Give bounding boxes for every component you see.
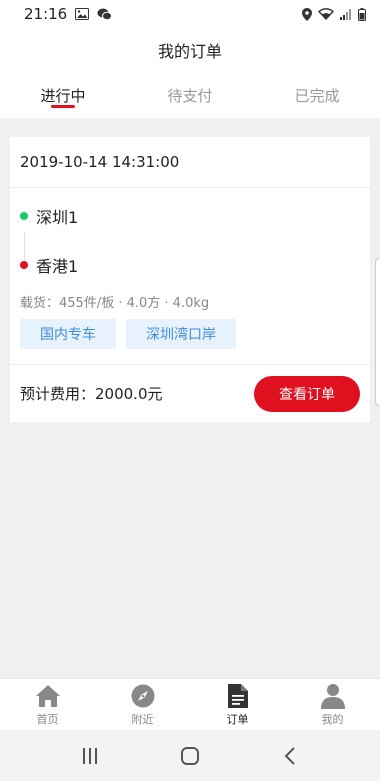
order-card-footer: 预计费用：2000.0元 查看订单 (10, 364, 370, 422)
recent-apps-icon (83, 747, 97, 764)
wechat-icon (97, 8, 113, 21)
tag-service-type: 国内专车 (20, 319, 116, 349)
image-icon (75, 8, 90, 20)
page-header: 我的订单 (0, 28, 380, 72)
nav-label: 订单 (226, 712, 249, 726)
status-bar: 21:16 (0, 0, 380, 28)
screen: 21:16 我的订单 进行中 待支付 已完成 2019-10-14 14:31:… (0, 0, 380, 781)
view-order-button[interactable]: 查看订单 (254, 375, 360, 412)
order-tabs: 进行中 待支付 已完成 (0, 72, 380, 118)
home-circle-icon (181, 746, 199, 765)
home-button[interactable] (170, 736, 210, 776)
estimated-fee: 预计费用：2000.0元 (20, 385, 163, 403)
system-nav-bar (0, 730, 380, 781)
tag-port: 深圳湾口岸 (126, 319, 236, 349)
tab-completed[interactable]: 已完成 (274, 72, 360, 118)
page-title: 我的订单 (157, 42, 222, 61)
destination-dot (20, 261, 28, 269)
order-tags: 国内专车 深圳湾口岸 (10, 311, 370, 349)
origin-dot (20, 212, 28, 220)
nav-profile[interactable]: 我的 (285, 679, 380, 730)
nav-orders[interactable]: 订单 (190, 679, 285, 730)
location-icon (302, 7, 312, 21)
edge-panel-handle[interactable] (375, 258, 380, 406)
status-time: 21:16 (24, 5, 68, 23)
route-destination: 香港1 (20, 253, 370, 277)
route-origin: 深圳1 (20, 204, 370, 228)
nav-home[interactable]: 首页 (0, 679, 95, 730)
compass-icon (130, 683, 156, 709)
nav-label: 我的 (321, 712, 344, 726)
back-button[interactable] (270, 736, 310, 776)
signal-icon (340, 8, 352, 20)
order-card[interactable]: 2019-10-14 14:31:00 深圳1 香港1 载货：455件/板 · … (10, 137, 370, 422)
user-icon (320, 683, 346, 709)
status-left: 21:16 (24, 5, 113, 23)
recent-apps-button[interactable] (70, 736, 110, 776)
tab-label: 进行中 (40, 86, 86, 105)
tab-label: 已完成 (294, 86, 340, 105)
order-time: 2019-10-14 14:31:00 (10, 137, 370, 188)
nav-label: 附近 (131, 712, 154, 726)
back-chevron-icon (284, 746, 295, 765)
bottom-nav: 首页 附近 订单 我的 (0, 678, 380, 730)
status-right (302, 7, 366, 21)
route-line (24, 232, 25, 260)
nav-label: 首页 (36, 712, 59, 726)
order-route: 深圳1 香港1 (10, 188, 370, 300)
destination-label: 香港1 (36, 257, 79, 276)
wifi-icon (318, 8, 334, 20)
home-icon (35, 683, 61, 709)
document-icon (225, 683, 251, 709)
tab-label: 待支付 (167, 86, 213, 105)
tab-in-progress[interactable]: 进行中 (20, 72, 106, 118)
nav-nearby[interactable]: 附近 (95, 679, 190, 730)
tab-pending-payment[interactable]: 待支付 (147, 72, 233, 118)
origin-label: 深圳1 (36, 208, 79, 227)
battery-icon (358, 7, 366, 21)
